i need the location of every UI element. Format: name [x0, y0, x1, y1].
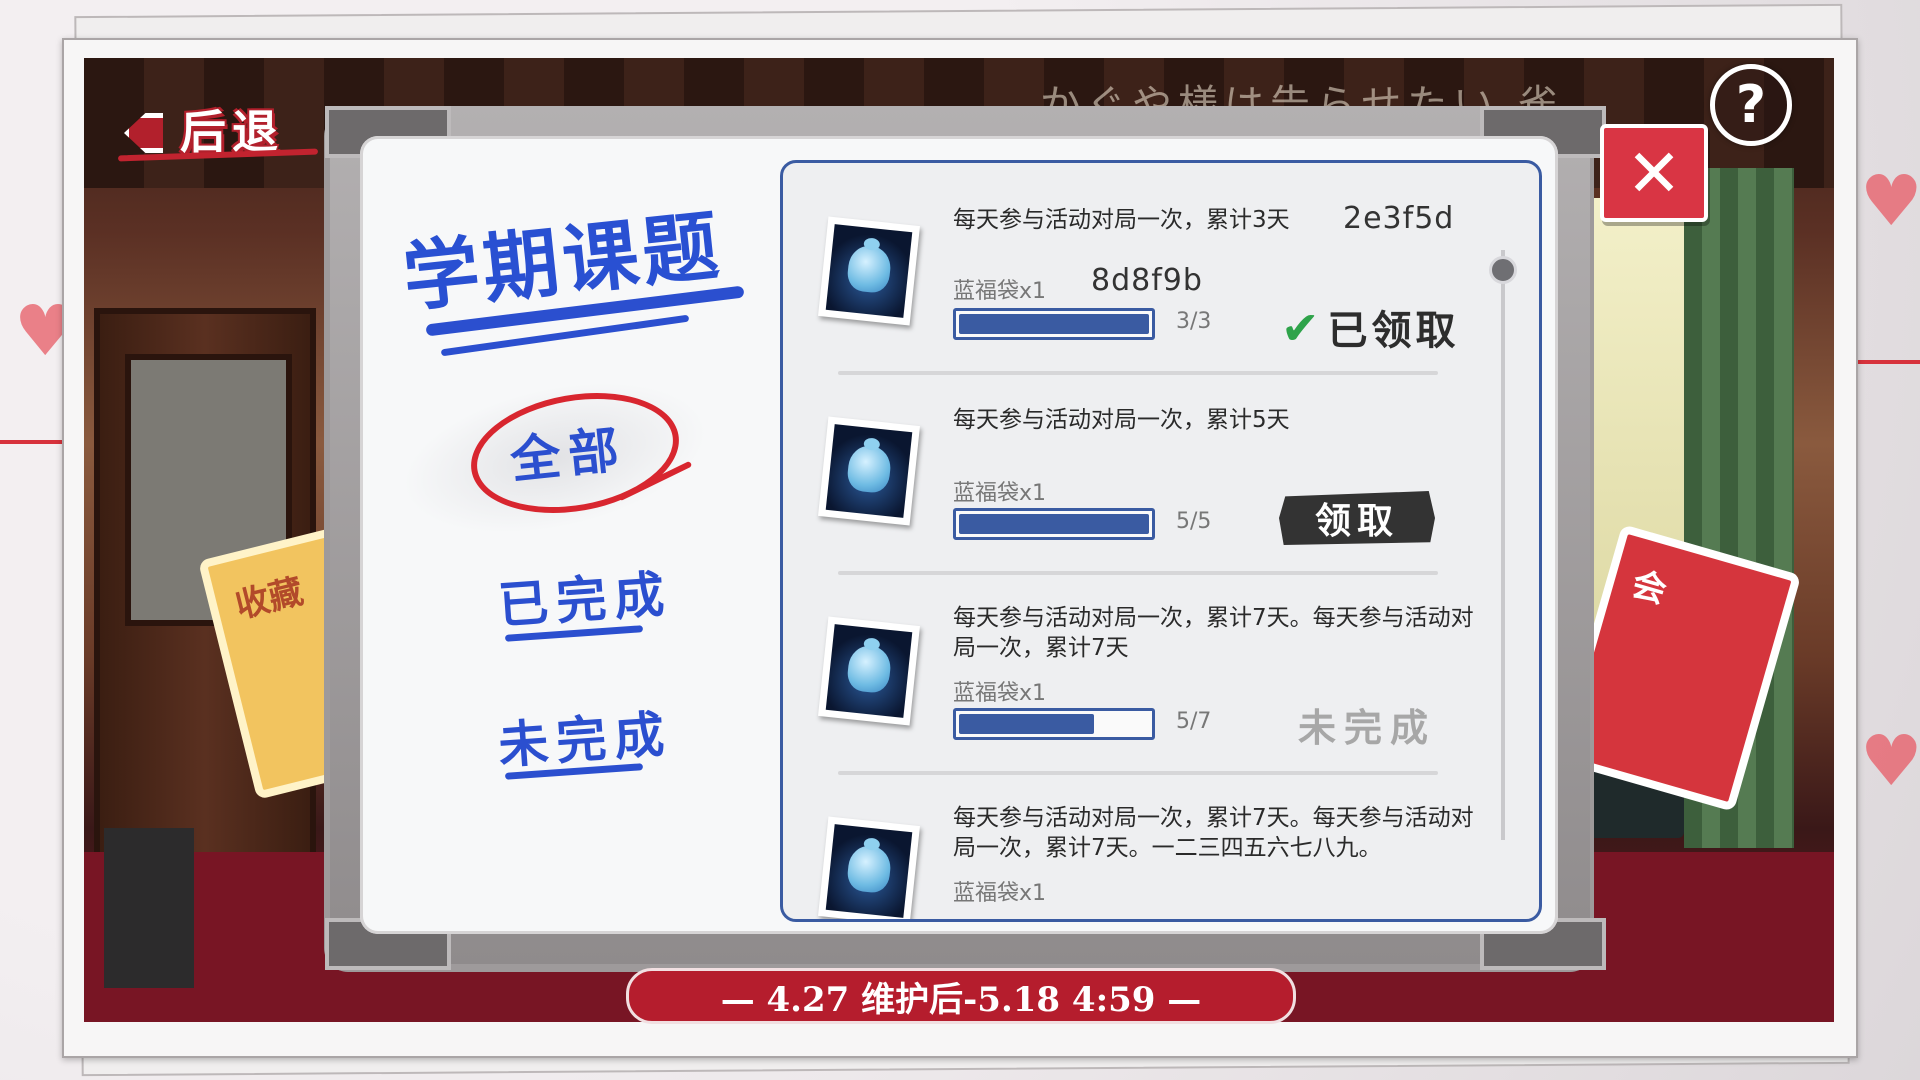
- code-label: 2e3f5d: [1343, 201, 1455, 236]
- tab-incomplete[interactable]: 未完成: [496, 694, 675, 778]
- task-reward-frame: [818, 216, 920, 326]
- scrollbar-track[interactable]: [1501, 250, 1505, 840]
- progress-fill: [959, 714, 1094, 734]
- heart-decoration-icon: ♥: [1860, 720, 1920, 802]
- code-label: 8d8f9b: [1091, 263, 1203, 298]
- card-text: 会: [1627, 563, 1671, 612]
- task-status-incomplete: 未完成: [1298, 706, 1437, 750]
- task-reward-image: [825, 424, 913, 518]
- task-progress-count: 5/7: [1176, 709, 1212, 734]
- heart-decoration-icon: ♥: [1860, 160, 1920, 242]
- card-text: 收藏: [231, 571, 308, 627]
- claim-button[interactable]: 领取: [1279, 491, 1435, 545]
- help-button[interactable]: ?: [1710, 64, 1792, 146]
- trash-bin: [104, 828, 194, 988]
- task-reward-image: [825, 224, 913, 318]
- event-period-banner: — 4.27 维护后-5.18 4:59 —: [626, 968, 1296, 1024]
- task-progress-count: 5/5: [1176, 509, 1212, 534]
- claimed-label: 已领取: [1327, 308, 1460, 354]
- task-reward: 蓝福袋x1: [953, 481, 1047, 506]
- progress-fill: [959, 514, 1149, 534]
- task-row: 每天参与活动对局一次，累计3天 2e3f5d 8d8f9b 蓝福袋x1 3/3 …: [783, 163, 1539, 363]
- progress-fill: [959, 314, 1149, 334]
- scrollbar-thumb[interactable]: [1489, 256, 1517, 284]
- check-icon: ✔: [1281, 301, 1324, 355]
- tab-completed[interactable]: 已完成: [496, 554, 675, 638]
- task-reward: 蓝福袋x1: [953, 881, 1047, 906]
- task-description: 每天参与活动对局一次，累计5天: [953, 407, 1290, 433]
- blue-lucky-bag-icon: [845, 643, 893, 695]
- task-reward-image: [825, 824, 913, 918]
- task-reward-frame: [818, 816, 920, 919]
- task-progress-count: 3/3: [1176, 309, 1212, 334]
- blue-lucky-bag-icon: [845, 843, 893, 895]
- decor-red-line: [1850, 360, 1920, 364]
- task-progress-bar: [953, 708, 1155, 740]
- task-row: 每天参与活动对局一次，累计7天。每天参与活动对局一次，累计7天 蓝福袋x1 5/…: [783, 563, 1539, 763]
- task-row: 每天参与活动对局一次，累计5天 蓝福袋x1 5/5 领取: [783, 363, 1539, 563]
- task-progress-bar: [953, 308, 1155, 340]
- task-reward: 蓝福袋x1: [953, 279, 1047, 304]
- task-description: 每天参与活动对局一次，累计7天。每天参与活动对局一次，累计7天: [953, 605, 1474, 661]
- task-description: 每天参与活动对局一次，累计7天。每天参与活动对局一次，累计7天。一二三四五六七八…: [953, 805, 1474, 861]
- task-reward-frame: [818, 416, 920, 526]
- task-reward-image: [825, 624, 913, 718]
- close-button[interactable]: ✕: [1600, 124, 1708, 222]
- blue-lucky-bag-icon: [845, 243, 893, 295]
- task-reward: 蓝福袋x1: [953, 681, 1047, 706]
- tab-all[interactable]: 全部: [507, 409, 630, 493]
- back-arrow-icon: [118, 107, 172, 151]
- task-status-claimed: ✔ 已领取: [1281, 298, 1460, 356]
- task-list[interactable]: 每天参与活动对局一次，累计3天 2e3f5d 8d8f9b 蓝福袋x1 3/3 …: [780, 160, 1542, 922]
- blue-lucky-bag-icon: [845, 443, 893, 495]
- task-reward-frame: [818, 616, 920, 726]
- task-progress-bar: [953, 508, 1155, 540]
- task-row: 每天参与活动对局一次，累计7天。每天参与活动对局一次，累计7天。一二三四五六七八…: [783, 763, 1539, 919]
